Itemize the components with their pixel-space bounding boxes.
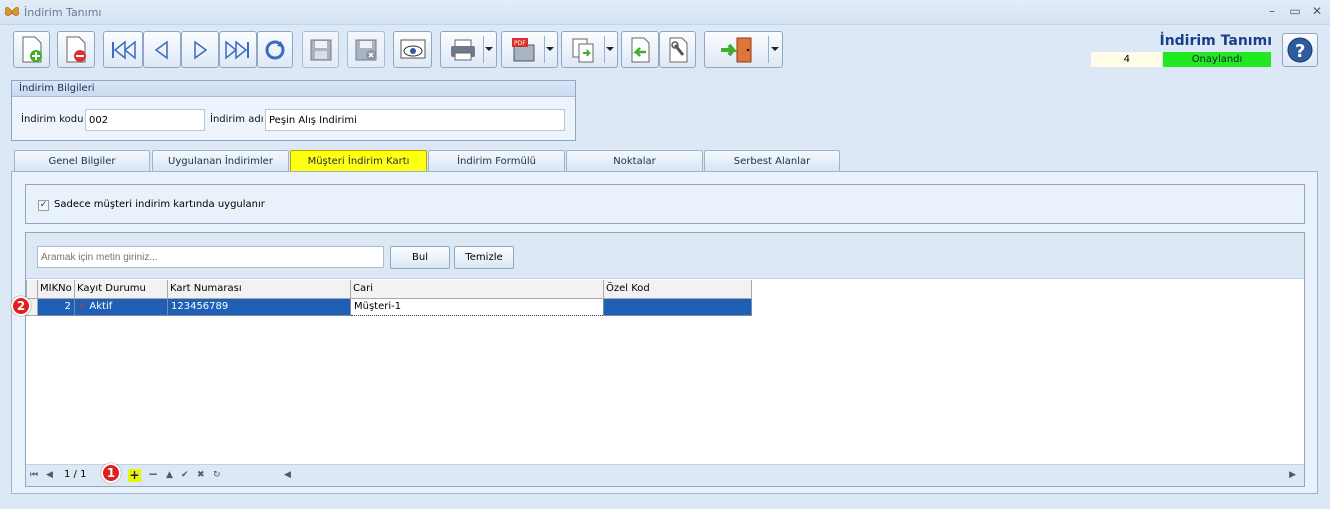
maximize-icon[interactable]: ▭ xyxy=(1287,4,1303,18)
discount-info-group: İndirim Bilgileri İndirim kodu İndirim a… xyxy=(11,80,576,141)
marker-1: 1 xyxy=(101,463,121,483)
save-close-icon xyxy=(355,39,377,60)
preview-button[interactable] xyxy=(393,31,432,68)
svg-text:?: ? xyxy=(1295,41,1305,62)
print-icon xyxy=(451,39,475,60)
remove-row-icon[interactable]: − xyxy=(148,467,158,481)
minimize-icon[interactable]: – xyxy=(1264,4,1280,18)
discount-code-label: İndirim kodu xyxy=(21,114,84,125)
discount-name-label: İndirim adı xyxy=(210,114,264,125)
previous-page-icon[interactable]: ◀ xyxy=(46,470,53,480)
page-title: İndirim Tanımı xyxy=(1159,33,1272,49)
help-button[interactable]: ? xyxy=(1282,33,1318,67)
export-icon xyxy=(572,38,594,62)
tab-points[interactable]: Noktalar xyxy=(566,150,703,172)
column-header-status[interactable]: Kayıt Durumu xyxy=(74,280,168,299)
close-icon[interactable]: ✕ xyxy=(1309,4,1325,18)
window-title: İndirim Tanımı xyxy=(24,6,102,19)
last-record-icon xyxy=(225,39,249,60)
discount-name-field[interactable] xyxy=(265,109,565,131)
discount-code-field[interactable] xyxy=(85,109,205,131)
back-button[interactable] xyxy=(621,31,659,68)
save-close-button[interactable] xyxy=(347,31,385,68)
tab-discount-formula[interactable]: İndirim Formülü xyxy=(428,150,565,172)
refresh-button[interactable] xyxy=(257,31,293,68)
tools-icon xyxy=(669,37,687,62)
back-icon xyxy=(631,37,650,62)
page-indicator: 1 / 1 xyxy=(64,469,87,480)
find-button[interactable]: Bul xyxy=(390,246,450,269)
confirm-icon[interactable]: ✔ xyxy=(181,470,189,480)
tab-customer-discount-card[interactable]: Müşteri İndirim Kartı xyxy=(290,150,427,173)
title-bar: İndirim Tanımı – ▭ ✕ xyxy=(0,0,1330,25)
only-customer-card-label: Sadece müşteri indirim kartında uygulanı… xyxy=(54,199,265,210)
first-record-button[interactable] xyxy=(103,31,143,68)
new-button[interactable] xyxy=(13,31,50,68)
cancel-edit-icon[interactable]: ✖ xyxy=(197,470,205,480)
column-header-cari[interactable]: Cari xyxy=(350,280,604,299)
clear-button[interactable]: Temizle xyxy=(454,246,514,269)
cell-status-text: Aktif xyxy=(89,301,113,312)
previous-record-icon xyxy=(154,40,168,59)
tab-free-fields[interactable]: Serbest Alanlar xyxy=(704,150,840,172)
table-row[interactable]: 2 ✓ Aktif 123456789 Müşteri-1 xyxy=(26,297,752,316)
status-badge: Onaylandı xyxy=(1163,52,1271,67)
cell-status[interactable]: ✓ Aktif xyxy=(74,297,168,316)
tab-general[interactable]: Genel Bilgiler xyxy=(14,150,150,172)
exit-icon xyxy=(721,37,752,62)
next-record-button[interactable] xyxy=(181,31,219,68)
refresh-grid-icon[interactable]: ↻ xyxy=(213,470,221,480)
export-button[interactable] xyxy=(561,31,618,68)
record-number: 4 xyxy=(1091,52,1162,67)
column-header-mikno[interactable]: MIKNo xyxy=(37,280,75,299)
scroll-right-icon[interactable]: ▶ xyxy=(1289,470,1296,480)
next-record-icon xyxy=(194,40,208,59)
preview-icon xyxy=(400,39,425,58)
move-up-icon[interactable]: ▲ xyxy=(166,470,173,480)
column-header-special-code[interactable]: Özel Kod xyxy=(603,280,752,299)
exit-button[interactable] xyxy=(704,31,783,68)
horizontal-scrollbar[interactable]: ◀ ▶ xyxy=(284,470,1296,482)
marker-2: 2 xyxy=(11,296,31,316)
pdf-icon: PDF xyxy=(512,37,535,61)
scroll-left-icon[interactable]: ◀ xyxy=(284,470,291,480)
add-row-button[interactable]: + xyxy=(128,469,141,482)
check-icon: ✓ xyxy=(78,301,87,312)
delete-button[interactable] xyxy=(57,31,95,68)
search-bar: Bul Temizle xyxy=(26,233,1304,279)
save-button[interactable] xyxy=(302,31,339,68)
cell-mikno[interactable]: 2 xyxy=(37,297,75,316)
help-icon: ? xyxy=(1287,37,1313,63)
first-record-icon xyxy=(112,39,136,60)
column-header-card-number[interactable]: Kart Numarası xyxy=(167,280,351,299)
customer-card-panel: ✓ Sadece müşteri indirim kartında uygula… xyxy=(11,171,1318,494)
customer-card-grid: Bul Temizle MIKNo Kayıt Durumu Kart Numa… xyxy=(25,232,1305,487)
refresh-icon xyxy=(265,40,285,59)
cell-card-number[interactable]: 123456789 xyxy=(167,297,351,316)
first-page-icon[interactable]: ⏮ xyxy=(30,470,38,480)
butterfly-icon xyxy=(5,7,19,16)
tab-applied-discounts[interactable]: Uygulanan İndirimler xyxy=(152,150,289,172)
print-button[interactable] xyxy=(440,31,497,68)
data-grid: MIKNo Kayıt Durumu Kart Numarası Cari Öz… xyxy=(26,280,752,316)
svg-text:PDF: PDF xyxy=(514,40,526,47)
new-document-icon xyxy=(22,36,42,62)
pdf-button[interactable]: PDF xyxy=(501,31,558,68)
previous-record-button[interactable] xyxy=(143,31,181,68)
save-icon xyxy=(310,39,331,60)
row-indicator-header xyxy=(26,280,38,299)
only-customer-card-checkbox[interactable]: ✓ xyxy=(38,200,49,211)
discount-info-title: İndirim Bilgileri xyxy=(12,81,575,97)
tools-button[interactable] xyxy=(659,31,696,68)
last-record-button[interactable] xyxy=(219,31,257,68)
option-box: ✓ Sadece müşteri indirim kartında uygula… xyxy=(25,184,1305,224)
cell-cari[interactable]: Müşteri-1 xyxy=(350,297,604,316)
search-input[interactable] xyxy=(37,246,384,268)
cell-special-code[interactable] xyxy=(603,297,752,316)
delete-document-icon xyxy=(66,36,86,62)
grid-navigator: ⏮ ◀ 1 / 1 + − ▲ ✔ ✖ ↻ ◀ ▶ xyxy=(26,464,1304,486)
